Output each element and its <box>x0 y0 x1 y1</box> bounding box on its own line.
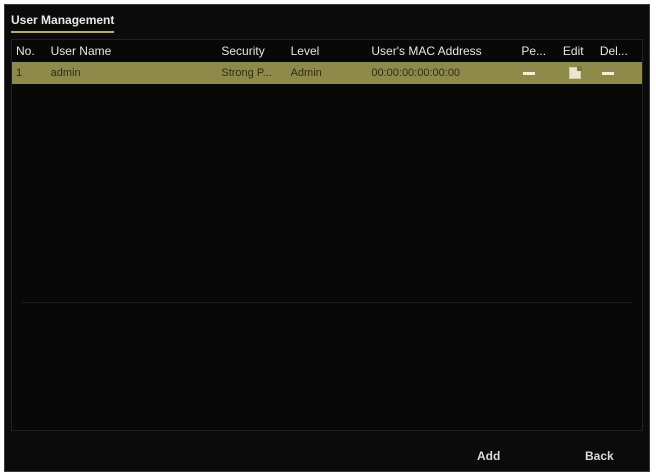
permission-dash-icon[interactable] <box>523 71 536 75</box>
table-row[interactable]: 1 admin Strong P... Admin 00:00:00:00:00… <box>12 62 642 84</box>
delete-dash-icon[interactable] <box>601 71 614 75</box>
user-management-window: User Management No. User Name Security L… <box>4 4 650 472</box>
cell-user-name: admin <box>50 67 81 79</box>
tab-user-management[interactable]: User Management <box>11 13 115 33</box>
table-divider <box>22 302 632 303</box>
cell-level: Admin <box>290 67 322 79</box>
cell-edit <box>559 62 596 84</box>
user-table: No. User Name Security Level User's MAC … <box>12 40 642 84</box>
cell-no: 1 <box>16 67 23 79</box>
cell-permission <box>517 62 559 84</box>
cell-security: Strong P... <box>221 67 272 79</box>
column-header-level[interactable]: Level <box>287 40 368 62</box>
column-header-edit[interactable]: Edit <box>559 40 596 62</box>
column-header-security[interactable]: Security <box>217 40 286 62</box>
cell-mac-address: 00:00:00:00:00:00 <box>371 67 461 79</box>
user-table-panel: No. User Name Security Level User's MAC … <box>11 39 643 431</box>
column-header-permission[interactable]: Pe... <box>517 40 559 62</box>
column-header-mac-address[interactable]: User's MAC Address <box>367 40 517 62</box>
add-button[interactable]: Add <box>467 445 510 467</box>
table-header-row: No. User Name Security Level User's MAC … <box>12 40 642 62</box>
back-button[interactable]: Back <box>575 445 624 467</box>
edit-icon[interactable] <box>568 66 582 80</box>
column-header-no[interactable]: No. <box>12 40 47 62</box>
cell-delete <box>596 62 642 84</box>
column-header-delete[interactable]: Del... <box>596 40 642 62</box>
column-header-user-name[interactable]: User Name <box>47 40 218 62</box>
